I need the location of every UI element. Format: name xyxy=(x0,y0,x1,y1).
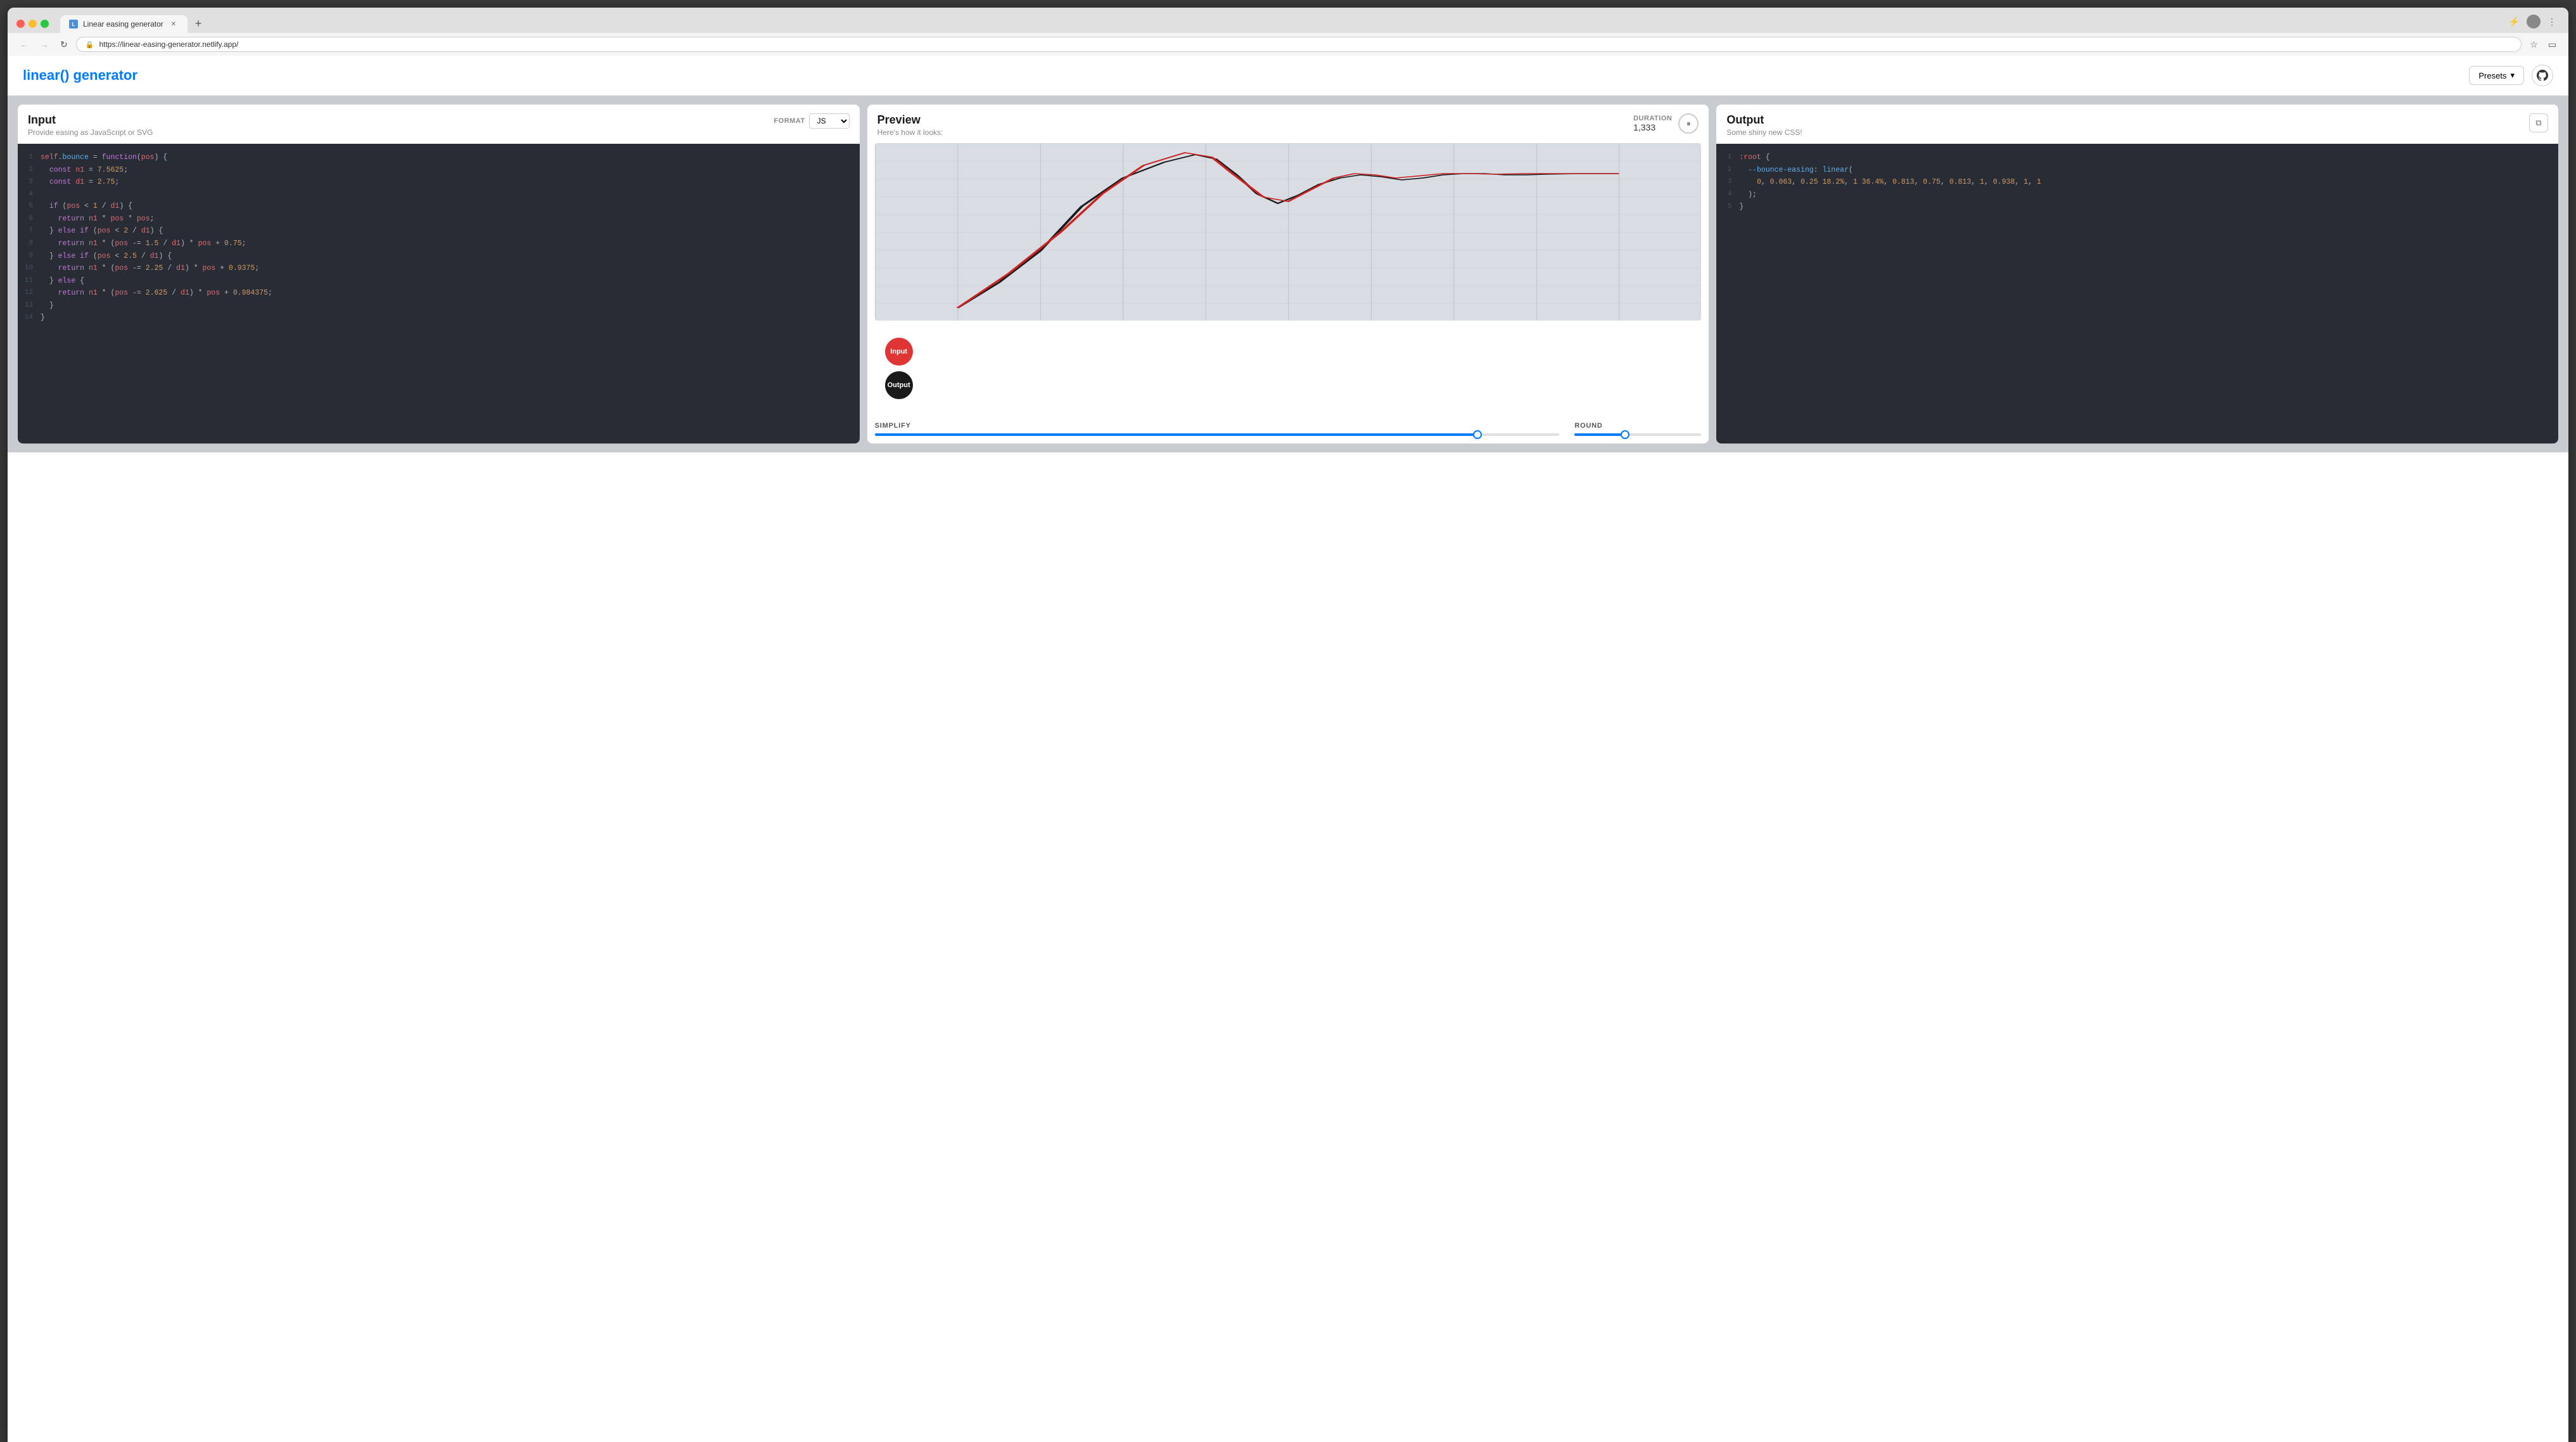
lock-icon: 🔒 xyxy=(86,41,94,49)
output-panel: Output Some shiny new CSS! ⧉ 1 :root { 2… xyxy=(1716,105,2558,443)
output-title: Output xyxy=(1726,113,1802,127)
output-ball-label: Output xyxy=(888,381,910,389)
code-line-14: 14 } xyxy=(23,312,855,324)
back-button[interactable]: ← xyxy=(16,37,32,51)
simplify-track xyxy=(875,433,1560,436)
easing-svg xyxy=(875,143,1702,321)
maximize-button[interactable] xyxy=(41,20,49,28)
animation-preview: Input Output xyxy=(875,327,1702,409)
preview-header: Preview Here's how it looks: DURATION 1,… xyxy=(867,105,1709,143)
code-line-10: 10 return n1 * (pos -= 2.25 / d1) * pos … xyxy=(23,262,855,275)
active-tab[interactable]: L Linear easing generator ✕ xyxy=(60,15,188,33)
code-line-13: 13 } xyxy=(23,300,855,312)
reload-button[interactable]: ↻ xyxy=(57,37,71,52)
bookmark-button[interactable]: ☆ xyxy=(2527,37,2541,52)
github-button[interactable] xyxy=(2532,65,2553,86)
output-ball[interactable]: Output xyxy=(885,371,913,399)
code-line-2: 2 const n1 = 7.5625; xyxy=(23,164,855,177)
profile-button[interactable] xyxy=(2527,15,2541,29)
title-bar: L Linear easing generator ✕ + ⚡ ⋮ xyxy=(8,8,2568,33)
output-line-2: 2 --bounce-easing: linear( xyxy=(1721,164,2553,177)
simplify-label: SIMPLIFY xyxy=(875,422,1560,430)
output-line-5: 5 } xyxy=(1721,201,2553,214)
tab-title: Linear easing generator xyxy=(83,20,163,29)
output-line-3: 3 0, 0.063, 0.25 18.2%, 1 36.4%, 0.813, … xyxy=(1721,176,2553,189)
page-content: linear() generator Presets ▾ Inp xyxy=(8,56,2568,1442)
easing-chart xyxy=(875,143,1702,321)
github-icon xyxy=(2537,70,2548,81)
code-line-11: 11 } else { xyxy=(23,275,855,288)
minimize-button[interactable] xyxy=(29,20,37,28)
input-panel-title: Input xyxy=(28,113,153,127)
url-text: https://linear-easing-generator.netlify.… xyxy=(99,40,238,49)
address-bar[interactable]: 🔒 https://linear-easing-generator.netlif… xyxy=(76,37,2522,52)
format-section: FORMAT JS SVG xyxy=(774,113,849,129)
presets-label: Presets xyxy=(2478,71,2506,80)
window-controls xyxy=(16,20,49,28)
code-line-12: 12 return n1 * (pos -= 2.625 / d1) * pos… xyxy=(23,287,855,300)
simplify-thumb[interactable] xyxy=(1473,430,1482,439)
play-icon: ⏸ xyxy=(1687,119,1690,129)
round-group: ROUND xyxy=(1574,422,1701,436)
preview-subtitle: Here's how it looks: xyxy=(877,128,943,137)
format-label: FORMAT xyxy=(774,117,805,125)
input-panel-subtitle: Provide easing as JavaScript or SVG xyxy=(28,128,153,137)
code-editor[interactable]: 1 self.bounce = function(pos) { 2 const … xyxy=(18,144,860,443)
format-select[interactable]: JS SVG xyxy=(809,113,850,129)
code-line-5: 5 if (pos < 1 / d1) { xyxy=(23,200,855,213)
new-tab-button[interactable]: + xyxy=(189,14,208,33)
preview-title: Preview xyxy=(877,113,943,127)
header-actions: Presets ▾ xyxy=(2469,65,2553,86)
presets-button[interactable]: Presets ▾ xyxy=(2469,66,2524,85)
tab-favicon: L xyxy=(69,20,78,29)
round-label: ROUND xyxy=(1574,422,1701,430)
code-line-8: 8 return n1 * (pos -= 1.5 / d1) * pos + … xyxy=(23,238,855,250)
sidebar-toggle[interactable]: ▭ xyxy=(2545,37,2560,52)
copy-button[interactable]: ⧉ xyxy=(2529,113,2548,132)
output-line-4: 4 ); xyxy=(1721,189,2553,201)
round-fill xyxy=(1574,433,1625,436)
output-line-1: 1 :root { xyxy=(1721,151,2553,164)
input-panel: Input Provide easing as JavaScript or SV… xyxy=(18,105,860,443)
tab-bar: L Linear easing generator ✕ + xyxy=(60,14,2499,33)
input-panel-header: Input Provide easing as JavaScript or SV… xyxy=(18,105,860,144)
code-line-1: 1 self.bounce = function(pos) { xyxy=(23,151,855,164)
forward-button[interactable]: → xyxy=(37,37,52,51)
browser-window: L Linear easing generator ✕ + ⚡ ⋮ ← → ↻ … xyxy=(8,8,2568,1442)
extensions-button[interactable]: ⚡ xyxy=(2506,15,2523,29)
code-line-4: 4 xyxy=(23,189,855,201)
code-line-7: 7 } else if (pos < 2 / d1) { xyxy=(23,225,855,238)
simplify-group: SIMPLIFY xyxy=(875,422,1560,436)
output-code: 1 :root { 2 --bounce-easing: linear( 3 0… xyxy=(1716,144,2558,443)
input-ball[interactable]: Input xyxy=(885,338,913,366)
round-track xyxy=(1574,433,1701,436)
page-header: linear() generator Presets ▾ xyxy=(8,56,2568,96)
play-pause-button[interactable]: ⏸ xyxy=(1678,113,1699,134)
presets-chevron-icon: ▾ xyxy=(2510,70,2515,80)
nav-actions: ☆ ▭ xyxy=(2527,37,2560,52)
simplify-fill xyxy=(875,433,1477,436)
code-line-3: 3 const d1 = 2.75; xyxy=(23,176,855,189)
tab-close-button[interactable]: ✕ xyxy=(169,19,179,29)
output-subtitle: Some shiny new CSS! xyxy=(1726,128,1802,137)
duration-label: DURATION xyxy=(1633,115,1672,122)
preview-panel: Preview Here's how it looks: DURATION 1,… xyxy=(867,105,1709,443)
copy-icon: ⧉ xyxy=(2535,118,2541,128)
main-layout: Input Provide easing as JavaScript or SV… xyxy=(8,96,2568,452)
code-line-6: 6 return n1 * pos * pos; xyxy=(23,213,855,226)
sliders-section: SIMPLIFY ROUND xyxy=(867,416,1709,443)
output-header: Output Some shiny new CSS! ⧉ xyxy=(1716,105,2558,144)
nav-bar: ← → ↻ 🔒 https://linear-easing-generator.… xyxy=(8,33,2568,56)
duration-section: DURATION 1,333 ⏸ xyxy=(1633,113,1699,134)
round-thumb[interactable] xyxy=(1621,430,1629,439)
menu-button[interactable]: ⋮ xyxy=(2544,15,2560,29)
input-ball-label: Input xyxy=(890,348,907,355)
code-line-9: 9 } else if (pos < 2.5 / d1) { xyxy=(23,250,855,263)
site-logo: linear() generator xyxy=(23,67,137,84)
duration-value: 1,333 xyxy=(1633,122,1672,132)
close-button[interactable] xyxy=(16,20,25,28)
